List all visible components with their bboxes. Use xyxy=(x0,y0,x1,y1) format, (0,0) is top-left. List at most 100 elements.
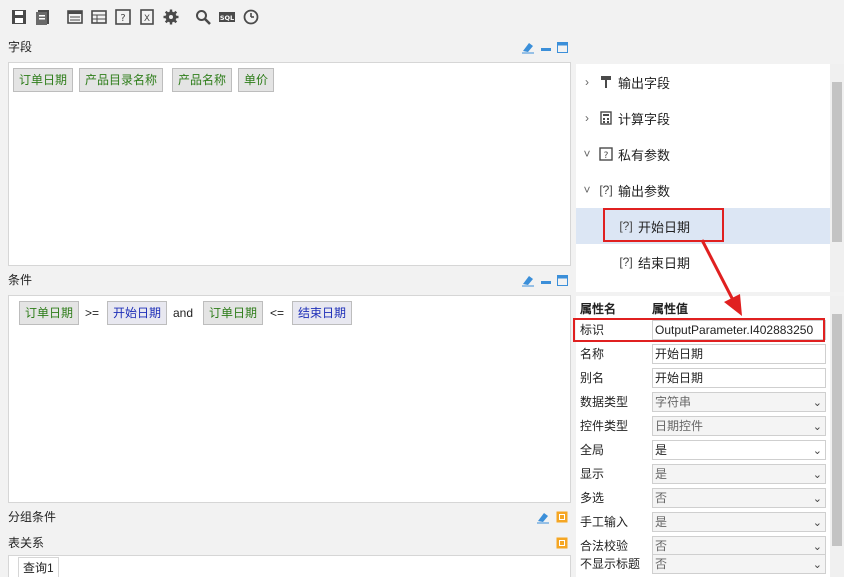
group-conditions-title: 分组条件 xyxy=(8,510,57,524)
chevron-down-icon[interactable]: ⌄ xyxy=(813,394,822,411)
property-grid: 属性名 属性值 标识 OutputParameter.I402883250 名称… xyxy=(576,296,830,577)
fields-tools xyxy=(521,36,568,58)
save-as-icon[interactable] xyxy=(32,6,54,28)
prop-value-id[interactable]: OutputParameter.I402883250 xyxy=(652,320,826,340)
condition-operator-1: >= xyxy=(85,306,100,320)
prop-row-id: 标识 OutputParameter.I402883250 xyxy=(576,318,830,342)
condition-field-2[interactable]: 订单日期 xyxy=(203,301,264,325)
tree-label: 计算字段 xyxy=(618,111,671,127)
chevron-right-icon[interactable]: › xyxy=(578,111,596,125)
prop-value: 否 xyxy=(655,557,668,571)
prop-value: 否 xyxy=(655,539,668,553)
prop-row-name: 名称 开始日期 xyxy=(576,342,830,366)
relation-tools xyxy=(556,532,568,554)
field-chip-category[interactable]: 产品目录名称 xyxy=(79,68,164,92)
tree-item-output-fields[interactable]: › 输出字段 xyxy=(576,64,830,100)
chevron-down-icon[interactable]: ⌄ xyxy=(813,466,822,483)
chevron-down-icon[interactable]: ⌄ xyxy=(813,556,822,573)
chevron-down-icon[interactable]: ˅ xyxy=(578,183,596,197)
tree-item-private-params[interactable]: ˅ ? 私有参数 xyxy=(576,136,830,172)
prop-name: 不显示标题 xyxy=(580,557,641,571)
table-relations-title: 表关系 xyxy=(8,536,45,550)
prop-value: 是 xyxy=(655,443,668,457)
condition-param-2[interactable]: 结束日期 xyxy=(292,301,353,325)
field-chip-unit-price[interactable]: 单价 xyxy=(238,68,275,92)
prop-header-value: 属性值 xyxy=(652,302,689,316)
maximize-icon[interactable] xyxy=(557,41,568,53)
chevron-down-icon[interactable]: ⌄ xyxy=(813,490,822,507)
eraser-icon[interactable] xyxy=(521,273,535,287)
eraser-icon[interactable] xyxy=(521,40,535,54)
tree-scrollbar[interactable] xyxy=(830,64,844,292)
tree-label: 结束日期 xyxy=(638,255,691,271)
prop-row-control: 控件类型 日期控件 ⌄ xyxy=(576,414,830,438)
tree-item-calc-fields[interactable]: › 计算字段 xyxy=(576,100,830,136)
conditions-panel[interactable]: 订单日期 >= 开始日期 and 订单日期 <= 结束日期 xyxy=(8,295,571,503)
tree-label: 作筛 xyxy=(618,289,644,293)
layout-icon[interactable] xyxy=(64,6,86,28)
prop-row-datatype: 数据类型 字符串 ⌄ xyxy=(576,390,830,414)
prop-select-control[interactable]: 日期控件 ⌄ xyxy=(652,416,826,436)
private-param-icon: ? xyxy=(596,147,616,161)
chevron-down-icon[interactable]: ˅ xyxy=(578,147,596,161)
tree-label: 私有参数 xyxy=(618,147,671,163)
annotation-arrow xyxy=(700,239,742,316)
param-icon: [?] xyxy=(619,255,633,269)
sql-icon[interactable]: SQL xyxy=(216,6,238,28)
parameter-icon[interactable]: ? xyxy=(112,6,134,28)
restore-icon[interactable] xyxy=(556,537,568,549)
svg-text:?: ? xyxy=(120,13,125,24)
props-scrollbar[interactable] xyxy=(830,296,844,577)
tree-label: 开始日期 xyxy=(638,219,691,235)
save-icon[interactable] xyxy=(8,6,30,28)
chevron-right-icon[interactable]: › xyxy=(578,75,596,89)
eraser-icon[interactable] xyxy=(536,510,550,524)
field-chip-product-name[interactable]: 产品名称 xyxy=(172,68,233,92)
prop-row-hide-title: 不显示标题 否 ⌄ xyxy=(576,552,830,576)
condition-operator-2: <= xyxy=(270,306,285,320)
condition-conjunction: and xyxy=(173,306,194,320)
tree-scroll-thumb[interactable] xyxy=(832,82,842,242)
prop-name: 全局 xyxy=(580,443,605,457)
prop-select-global[interactable]: 是 ⌄ xyxy=(652,440,826,460)
tree-item-output-params[interactable]: ˅ [?] 输出参数 xyxy=(576,172,830,208)
fields-panel[interactable]: 订单日期 产品目录名称 产品名称 单价 xyxy=(8,62,571,266)
prop-select-hide-title[interactable]: 否 ⌄ xyxy=(652,554,826,574)
chevron-right-icon[interactable]: › xyxy=(578,291,596,292)
condition-param-1[interactable]: 开始日期 xyxy=(107,301,168,325)
chevron-down-icon[interactable]: ⌄ xyxy=(813,514,822,531)
param-icon: [?] xyxy=(619,219,633,233)
prop-value-name[interactable]: 开始日期 xyxy=(652,344,826,364)
prop-value: 是 xyxy=(655,515,668,529)
chevron-down-icon[interactable]: ⌄ xyxy=(813,442,822,459)
calculator-icon xyxy=(596,111,616,125)
prop-value: 日期控件 xyxy=(655,419,704,433)
maximize-icon[interactable] xyxy=(557,274,568,286)
prop-select-display[interactable]: 是 ⌄ xyxy=(652,464,826,484)
chevron-down-icon[interactable]: ⌄ xyxy=(813,418,822,435)
prop-value-alias[interactable]: 开始日期 xyxy=(652,368,826,388)
prop-select-multi[interactable]: 否 ⌄ xyxy=(652,488,826,508)
conditions-title: 条件 xyxy=(8,273,33,287)
minimize-icon[interactable] xyxy=(541,42,551,52)
group-tools xyxy=(536,506,568,528)
prop-row-global: 全局 是 ⌄ xyxy=(576,438,830,462)
relations-panel xyxy=(8,555,571,577)
condition-field-1[interactable]: 订单日期 xyxy=(19,301,80,325)
field-chip-order-date[interactable]: 订单日期 xyxy=(13,68,74,92)
prop-select-manual[interactable]: 是 ⌄ xyxy=(652,512,826,532)
props-scroll-thumb[interactable] xyxy=(832,314,842,546)
prop-header-name: 属性名 xyxy=(580,302,617,316)
excel-icon[interactable]: X xyxy=(136,6,158,28)
tab-query1[interactable]: 查询1 xyxy=(18,557,59,577)
prop-select-datatype[interactable]: 字符串 ⌄ xyxy=(652,392,826,412)
grid-icon[interactable] xyxy=(88,6,110,28)
search-icon[interactable] xyxy=(192,6,214,28)
conditions-tools xyxy=(521,269,568,291)
clock-icon[interactable] xyxy=(240,6,262,28)
settings-gear-icon[interactable] xyxy=(160,6,182,28)
minimize-icon[interactable] xyxy=(541,275,551,285)
prop-row-multi: 多选 否 ⌄ xyxy=(576,486,830,510)
prop-row-display: 显示 是 ⌄ xyxy=(576,462,830,486)
restore-icon[interactable] xyxy=(556,511,568,523)
